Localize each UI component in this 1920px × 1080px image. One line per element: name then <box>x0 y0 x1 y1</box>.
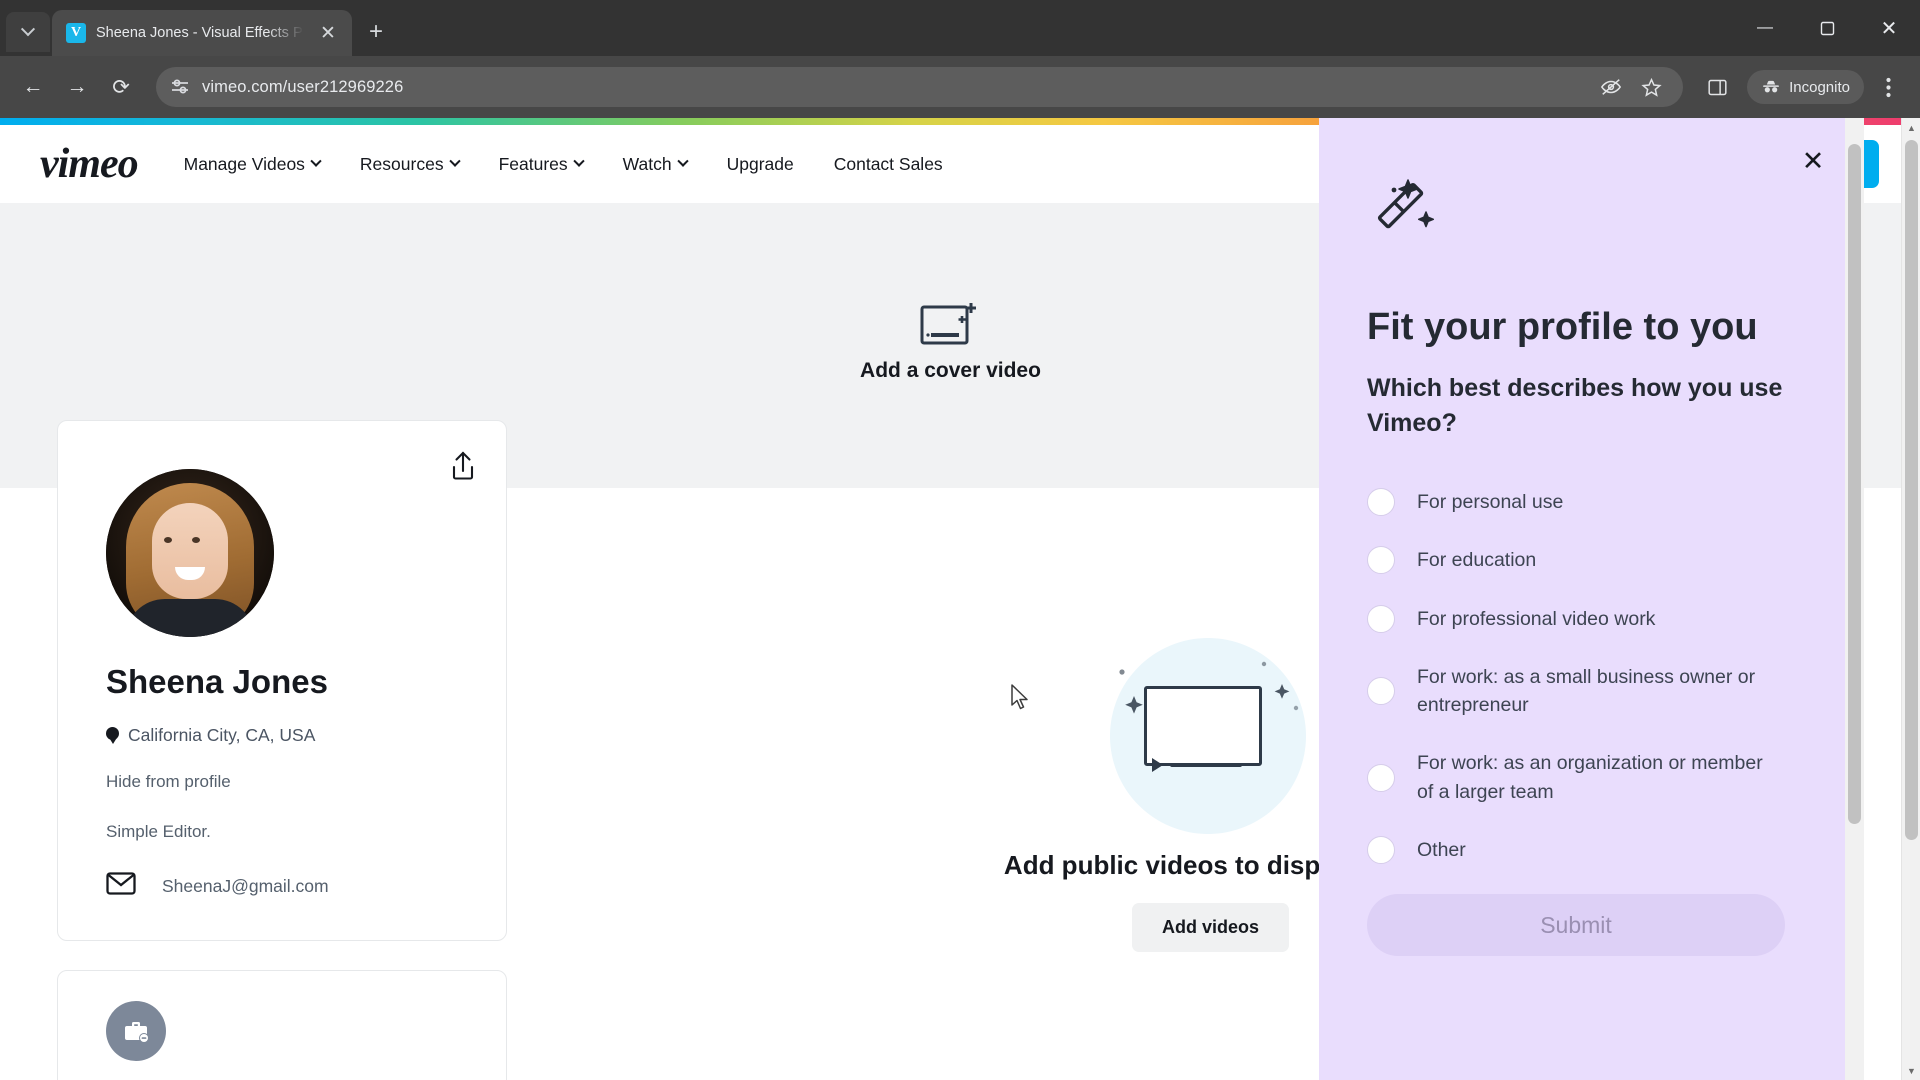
page-scrollbar-thumb[interactable] <box>1905 140 1918 840</box>
magic-wand-icon <box>1367 172 1445 250</box>
close-tab-icon[interactable]: ✕ <box>314 19 342 47</box>
modal-title: Fit your profile to you <box>1367 306 1758 348</box>
radio-button[interactable] <box>1367 488 1395 517</box>
nav-label: Contact Sales <box>833 153 943 174</box>
chevron-down-icon <box>20 22 36 37</box>
page-scrollbar[interactable]: ▲ ▼ <box>1901 118 1920 1080</box>
close-window-button[interactable]: ✕ <box>1858 0 1920 56</box>
vimeo-favicon-icon: V <box>66 23 86 43</box>
maximize-button[interactable] <box>1796 0 1858 56</box>
nav-label: Manage Videos <box>183 153 305 174</box>
site-settings-icon[interactable] <box>170 77 190 97</box>
radio-button[interactable] <box>1367 604 1395 633</box>
minimize-button[interactable]: — <box>1734 0 1796 56</box>
radio-label: For work: as a small business owner or e… <box>1417 665 1756 717</box>
maximize-icon <box>1820 21 1834 35</box>
radio-label: For education <box>1417 549 1537 572</box>
radio-option-organization[interactable]: For work: as an organization or member o… <box>1367 749 1816 806</box>
nav-item-watch[interactable]: Watch <box>603 154 707 175</box>
profile-email-row: SheenaJ@gmail.com <box>106 872 458 900</box>
radio-option-professional-video-work[interactable]: For professional video work <box>1367 604 1816 633</box>
empty-state-illustration <box>1096 638 1326 834</box>
radio-label: For work: as an organization or member o… <box>1417 752 1763 803</box>
profile-location-row: California City, CA, USA <box>106 725 458 746</box>
add-videos-button[interactable]: Add videos <box>1131 903 1289 952</box>
radio-option-small-business[interactable]: For work: as a small business owner or e… <box>1367 663 1816 720</box>
radio-button[interactable] <box>1367 546 1395 575</box>
profile-card: Sheena Jones California City, CA, USA Hi… <box>57 420 507 941</box>
eye-off-icon[interactable] <box>1593 69 1629 105</box>
nav-item-resources[interactable]: Resources <box>340 154 479 175</box>
profile-email[interactable]: SheenaJ@gmail.com <box>162 876 329 897</box>
vimeo-logo[interactable]: vimeo <box>40 143 139 185</box>
submit-button[interactable]: Submit <box>1367 894 1785 957</box>
nav-label: Watch <box>622 153 672 174</box>
browser-menu-icon[interactable] <box>1870 69 1906 105</box>
location-pin-icon <box>106 726 119 745</box>
hide-from-profile-label[interactable]: Hide from profile <box>106 772 458 792</box>
nav-label: Resources <box>359 153 444 174</box>
bookmark-star-icon[interactable] <box>1633 69 1669 105</box>
chevron-down-icon <box>676 155 689 167</box>
tab-title: Sheena Jones - Visual Effects P <box>96 25 303 41</box>
radio-label: For personal use <box>1417 491 1564 513</box>
radio-button[interactable] <box>1367 763 1395 792</box>
scroll-up-icon[interactable]: ▲ <box>1902 118 1920 137</box>
add-cover-video-label: Add a cover video <box>860 358 1041 382</box>
url-text: vimeo.com/user212969226 <box>202 77 404 96</box>
secondary-card <box>57 970 507 1080</box>
nav-item-upgrade[interactable]: Upgrade <box>707 154 814 175</box>
incognito-label: Incognito <box>1789 78 1850 96</box>
profile-location: California City, CA, USA <box>128 725 316 745</box>
briefcase-icon <box>106 1001 166 1061</box>
nav-item-features[interactable]: Features <box>479 154 603 175</box>
window-controls: — ✕ <box>1734 0 1920 56</box>
modal-scrollbar[interactable] <box>1845 118 1864 1080</box>
scroll-down-icon[interactable]: ▼ <box>1902 1061 1920 1080</box>
incognito-indicator[interactable]: Incognito <box>1747 70 1864 104</box>
tab-strip: V Sheena Jones - Visual Effects P ✕ + — … <box>0 0 1920 56</box>
nav-item-manage-videos[interactable]: Manage Videos <box>164 154 340 175</box>
new-tab-button[interactable]: + <box>362 18 390 46</box>
chevron-down-icon <box>448 155 461 167</box>
radio-option-personal-use[interactable]: For personal use <box>1367 488 1816 517</box>
browser-window: V Sheena Jones - Visual Effects P ✕ + — … <box>0 0 1920 1080</box>
reload-icon[interactable]: ⟳ <box>102 68 140 106</box>
profile-fit-modal: ✕ Fit your profile to you Which best des… <box>1319 118 1864 1080</box>
vimeo-page: vimeo Manage Videos Resources Features W… <box>0 118 1901 1080</box>
nav-label: Upgrade <box>726 153 794 174</box>
radio-button[interactable] <box>1367 835 1395 864</box>
page-title: Sheena Jones <box>106 663 328 700</box>
chevron-down-icon <box>310 155 322 167</box>
radio-label: Other <box>1417 838 1466 861</box>
profile-bio: Simple Editor. <box>106 822 211 841</box>
mail-icon <box>106 872 136 900</box>
add-cover-video-icon <box>919 299 981 347</box>
address-bar[interactable]: vimeo.com/user212969226 <box>156 67 1684 107</box>
page-viewport: vimeo Manage Videos Resources Features W… <box>0 118 1920 1080</box>
modal-subtitle: Which best describes how you use Vimeo? <box>1367 374 1783 437</box>
modal-scrollbar-thumb[interactable] <box>1848 144 1861 824</box>
back-icon[interactable]: ← <box>14 68 52 106</box>
browser-tab[interactable]: V Sheena Jones - Visual Effects P ✕ <box>52 10 352 56</box>
radio-button[interactable] <box>1367 677 1395 706</box>
close-icon[interactable]: ✕ <box>1798 146 1828 176</box>
nav-item-contact-sales[interactable]: Contact Sales <box>814 154 963 175</box>
radio-label: For professional video work <box>1417 607 1656 630</box>
browser-toolbar: ← → ⟳ vimeo.com/user212969226 Incognito <box>0 56 1920 118</box>
tab-search-button[interactable] <box>6 12 50 52</box>
radio-option-other[interactable]: Other <box>1367 835 1816 864</box>
forward-icon[interactable]: → <box>58 68 96 106</box>
radio-option-education[interactable]: For education <box>1367 546 1816 575</box>
profile-avatar <box>106 469 274 637</box>
incognito-icon <box>1763 80 1780 93</box>
nav-label: Features <box>498 153 568 174</box>
side-panel-icon[interactable] <box>1699 69 1735 105</box>
chevron-down-icon <box>572 155 585 167</box>
share-icon[interactable] <box>450 451 476 481</box>
